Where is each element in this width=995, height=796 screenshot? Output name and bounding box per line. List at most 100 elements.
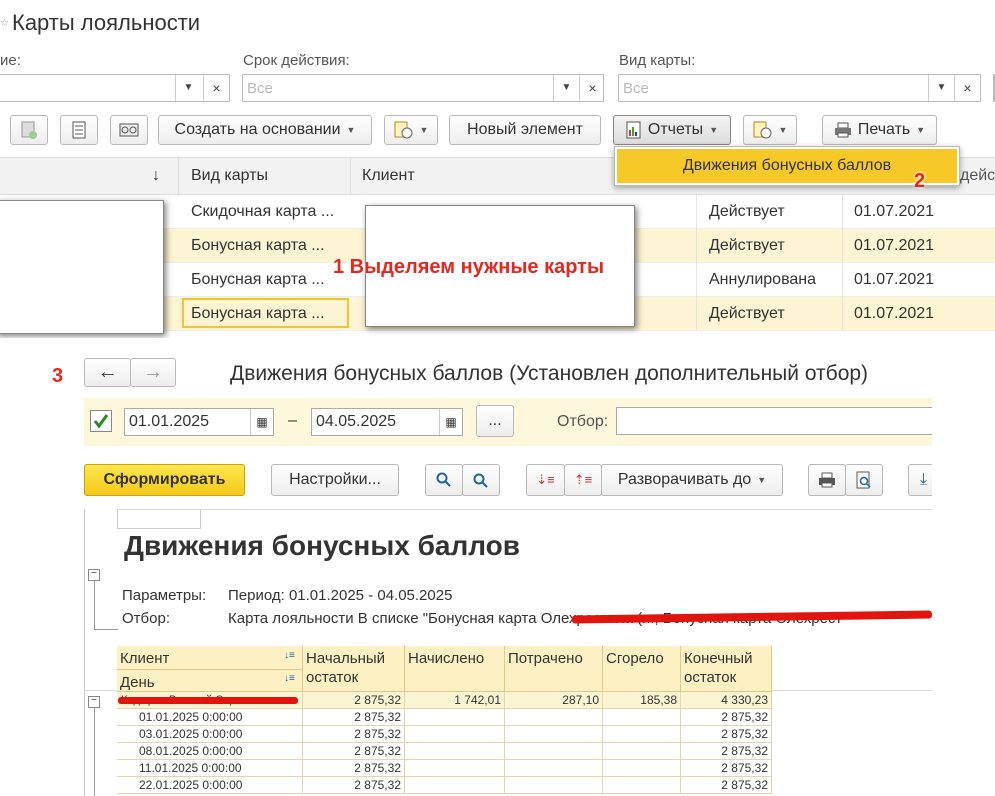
- filter-caption: Отбор:: [122, 610, 170, 627]
- detail-closing: 2 875,32: [681, 777, 772, 794]
- detail-accrued: [405, 777, 505, 794]
- settings-button[interactable]: Настройки...: [271, 464, 399, 496]
- expand-button[interactable]: ⇡≡: [564, 464, 602, 496]
- favorite-star-icon[interactable]: ☆: [0, 18, 9, 29]
- expand-to-button[interactable]: Разворачивать до ▼: [601, 464, 783, 496]
- column-card-type[interactable]: Вид карты: [191, 167, 268, 185]
- collapse-group-icon[interactable]: −: [88, 569, 100, 581]
- detail-day: 11.01.2025 0:00:00: [117, 760, 303, 777]
- period-checkbox[interactable]: [90, 410, 112, 432]
- redaction-box: [0, 200, 164, 334]
- filter-input[interactable]: [616, 407, 932, 435]
- row-status: Действует: [709, 203, 785, 220]
- chevron-down-icon: ▼: [709, 125, 719, 135]
- copy-button[interactable]: [10, 115, 48, 145]
- clear-icon[interactable]: ×: [579, 75, 605, 101]
- detail-opening: 2 875,32: [303, 777, 405, 794]
- date-to-value: 04.05.2025: [316, 413, 397, 430]
- create-based-on-button[interactable]: Создать на основании ▼: [158, 115, 372, 145]
- filter-label: Отбор:: [557, 413, 609, 430]
- card-type-label: Вид карты:: [619, 52, 696, 69]
- column-accrued-header[interactable]: Начислено: [405, 646, 505, 692]
- column-spent-header[interactable]: Потрачено: [505, 646, 603, 692]
- row-date: 01.07.2021: [854, 237, 935, 254]
- column-closing-header[interactable]: Конечный остаток: [681, 646, 772, 692]
- sheet-border: [200, 509, 201, 529]
- group-opening: 2 875,32: [303, 692, 405, 709]
- collapse-group-icon[interactable]: −: [88, 696, 100, 708]
- menu-item-bonus-movements[interactable]: Движения бонусных баллов: [617, 149, 957, 183]
- filter-name-label: ие:: [0, 52, 21, 69]
- detail-accrued: [405, 760, 505, 777]
- reports-button[interactable]: Отчеты ▼: [613, 115, 731, 145]
- print-report-button[interactable]: [808, 464, 846, 496]
- print-button[interactable]: Печать ▼: [822, 115, 937, 145]
- detail-opening: 2 875,32: [303, 743, 405, 760]
- tape-button[interactable]: [110, 115, 148, 145]
- report-heading: Движения бонусных баллов: [124, 530, 520, 561]
- column-day-header[interactable]: День: [117, 670, 303, 692]
- column-client-header[interactable]: Клиент: [117, 646, 303, 670]
- new-element-button[interactable]: Новый элемент: [449, 115, 601, 145]
- row-status: Действует: [709, 305, 785, 322]
- document-clock-icon: [394, 121, 413, 139]
- sort-icon[interactable]: ↓≡: [284, 650, 295, 661]
- search-next-button[interactable]: [462, 464, 500, 496]
- validity-field[interactable]: Все ▼ ×: [242, 74, 604, 102]
- sort-icon[interactable]: ↓≡: [284, 673, 295, 684]
- list-button[interactable]: [60, 115, 98, 145]
- group-expired: 185,38: [603, 692, 681, 709]
- row-card-type: Бонусная карта ...: [191, 271, 325, 288]
- divider: [696, 195, 697, 331]
- create-document-button[interactable]: ▼: [384, 115, 438, 145]
- preview-button[interactable]: [845, 464, 883, 496]
- column-opening-header[interactable]: Начальный остаток: [303, 646, 405, 692]
- annotation-step2: 2: [914, 170, 926, 192]
- validity-label: Срок действия:: [243, 52, 350, 69]
- print-label: Печать: [857, 121, 911, 138]
- filter-name-field[interactable]: ▼ ×: [0, 74, 230, 102]
- calendar-icon[interactable]: ▦: [439, 409, 462, 435]
- group-closing: 4 330,23: [681, 692, 772, 709]
- collapse-button[interactable]: ⇣≡: [526, 464, 565, 496]
- column-client[interactable]: Клиент: [362, 167, 415, 185]
- reports-menu: Движения бонусных баллов: [614, 146, 960, 186]
- search-button[interactable]: [425, 464, 463, 496]
- document-history-button[interactable]: ▼: [743, 115, 797, 145]
- sort-arrow-icon[interactable]: ↓: [152, 167, 160, 185]
- chevron-down-icon: ▼: [419, 125, 429, 135]
- row-card-type: Скидочная карта ...: [191, 203, 335, 220]
- sheet-border: [84, 509, 85, 796]
- card-type-field[interactable]: Все ▼ ×: [618, 74, 981, 102]
- detail-day: 01.01.2025 0:00:00: [117, 709, 303, 726]
- expand-icon: ⇡≡: [573, 472, 593, 487]
- column-expired-header[interactable]: Сгорело: [603, 646, 681, 692]
- chevron-down-icon[interactable]: ▼: [175, 75, 201, 101]
- chevron-down-icon[interactable]: ▼: [928, 75, 954, 101]
- list-icon: [72, 121, 86, 139]
- back-button[interactable]: ←: [84, 358, 131, 387]
- page-title: Карты лояльности: [12, 10, 201, 35]
- column-status-partial[interactable]: дейс: [960, 167, 995, 185]
- row-card-type: Бонусная карта ...: [191, 305, 325, 322]
- print-preview-icon: [856, 471, 871, 489]
- clear-icon[interactable]: ×: [203, 75, 229, 101]
- detail-accrued: [405, 743, 505, 760]
- clear-icon[interactable]: ×: [954, 75, 980, 101]
- reports-label: Отчеты: [647, 121, 704, 138]
- detail-accrued: [405, 709, 505, 726]
- generate-button[interactable]: Сформировать: [84, 464, 245, 496]
- divider: [842, 195, 843, 331]
- detail-closing: 2 875,32: [681, 743, 772, 760]
- detail-day: 08.01.2025 0:00:00: [117, 743, 303, 760]
- group-line: [94, 581, 95, 629]
- row-status: Аннулирована: [709, 271, 817, 288]
- divider: [350, 157, 351, 195]
- redaction-line: [118, 697, 298, 704]
- period-select-button[interactable]: ...: [476, 405, 514, 437]
- detail-closing: 2 875,32: [681, 726, 772, 743]
- document-clock-icon: [753, 121, 772, 139]
- calendar-icon[interactable]: ▦: [250, 409, 273, 435]
- chevron-down-icon[interactable]: ▼: [553, 75, 579, 101]
- forward-button[interactable]: →: [130, 358, 176, 387]
